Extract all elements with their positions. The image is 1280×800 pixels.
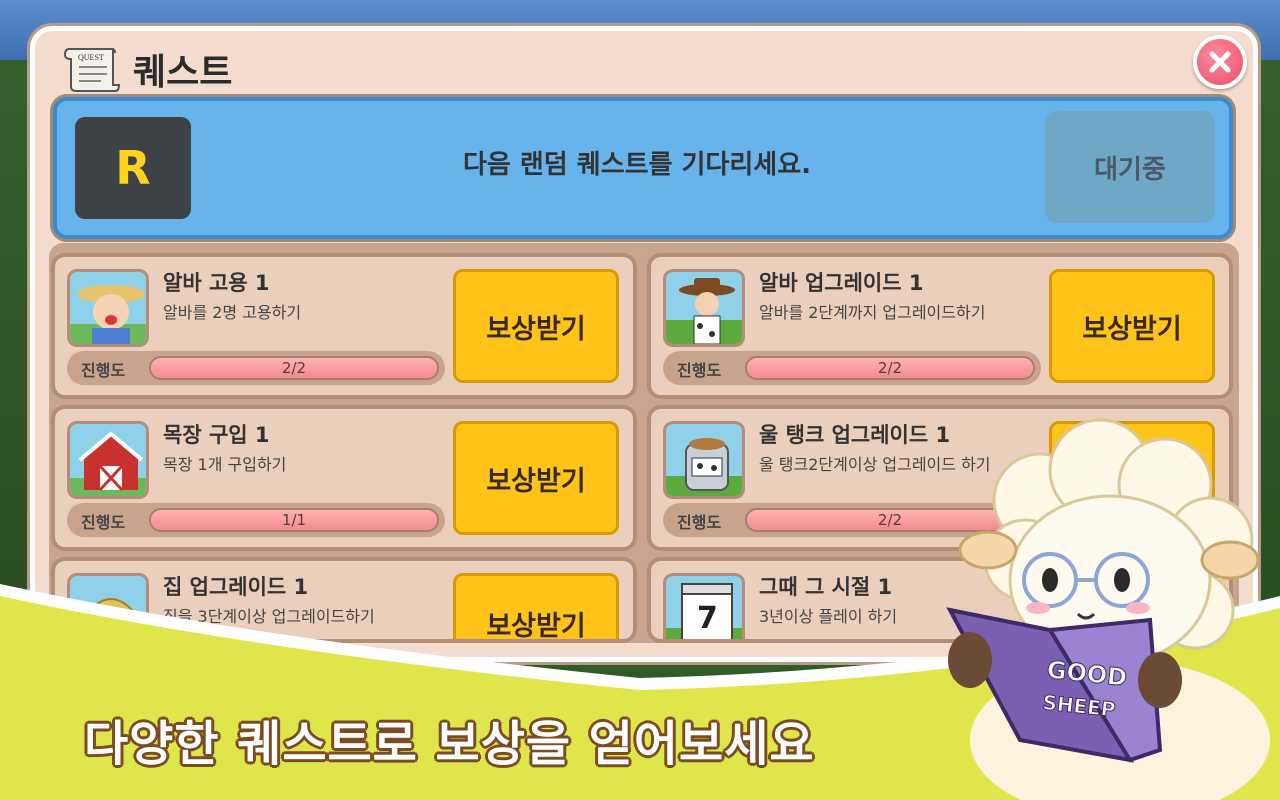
panel-title: 퀘스트 (133, 52, 233, 93)
progress-text: 2/2 (877, 359, 903, 377)
quest-description: 알바를 2단계까지 업그레이드하기 (759, 303, 986, 322)
quest-card: 알바 고용 1 알바를 2명 고용하기 진행도 2/2 보상받기 (51, 253, 637, 399)
farmer-worker-icon (67, 269, 149, 347)
quest-title: 울 탱크 업그레이드 1 (759, 423, 951, 447)
progress-label: 진행도 (81, 513, 126, 532)
claim-reward-button[interactable]: 보상받기 (453, 269, 619, 383)
progress-bar: 2/2 (745, 356, 1035, 380)
quest-description: 알바를 2명 고용하기 (163, 303, 302, 322)
promo-headline: 다양한 퀘스트로 보상을 얻어보세요 (84, 716, 815, 772)
barn-icon (67, 421, 149, 499)
progress-label: 진행도 (677, 513, 722, 532)
random-quest-badge: R (75, 117, 191, 219)
wool-tank-icon (663, 421, 745, 499)
close-x-icon (1209, 51, 1231, 73)
sheep-mascot-icon: GOOD SHEEP (946, 418, 1270, 800)
waiting-button[interactable]: 대기중 (1045, 111, 1215, 223)
progress-bar: 2/2 (149, 356, 439, 380)
quest-title: 알바 고용 1 (163, 271, 270, 295)
progress-text: 2/2 (281, 359, 307, 377)
quest-card: 목장 구입 1 목장 1개 구입하기 진행도 1/1 보상받기 (51, 405, 637, 551)
cowboy-worker-icon (663, 269, 745, 347)
quest-title: 목장 구입 1 (163, 423, 270, 447)
progress-row: 진행도 1/1 (67, 503, 445, 537)
progress-text: 1/1 (281, 511, 307, 529)
random-quest-message: 다음 랜덤 퀘스트를 기다리세요. (463, 150, 811, 180)
claim-reward-button[interactable]: 보상받기 (1049, 269, 1215, 383)
quest-title: 알바 업그레이드 1 (759, 271, 924, 295)
quest-scroll-icon: QUEST (61, 43, 121, 95)
progress-row: 진행도 2/2 (663, 351, 1041, 385)
progress-label: 진행도 (677, 361, 722, 380)
progress-bar: 1/1 (149, 508, 439, 532)
progress-label: 진행도 (81, 361, 126, 380)
quest-description: 목장 1개 구입하기 (163, 455, 287, 474)
claim-reward-button[interactable]: 보상받기 (453, 421, 619, 535)
progress-row: 진행도 2/2 (67, 351, 445, 385)
close-button[interactable] (1193, 35, 1247, 89)
scroll-icon-label: QUEST (78, 53, 104, 62)
panel-header: QUEST 퀘스트 (61, 41, 232, 97)
quest-card: 알바 업그레이드 1 알바를 2단계까지 업그레이드하기 진행도 2/2 보상받… (647, 253, 1233, 399)
random-quest-banner: R 다음 랜덤 퀘스트를 기다리세요. 대기중 (53, 97, 1233, 239)
